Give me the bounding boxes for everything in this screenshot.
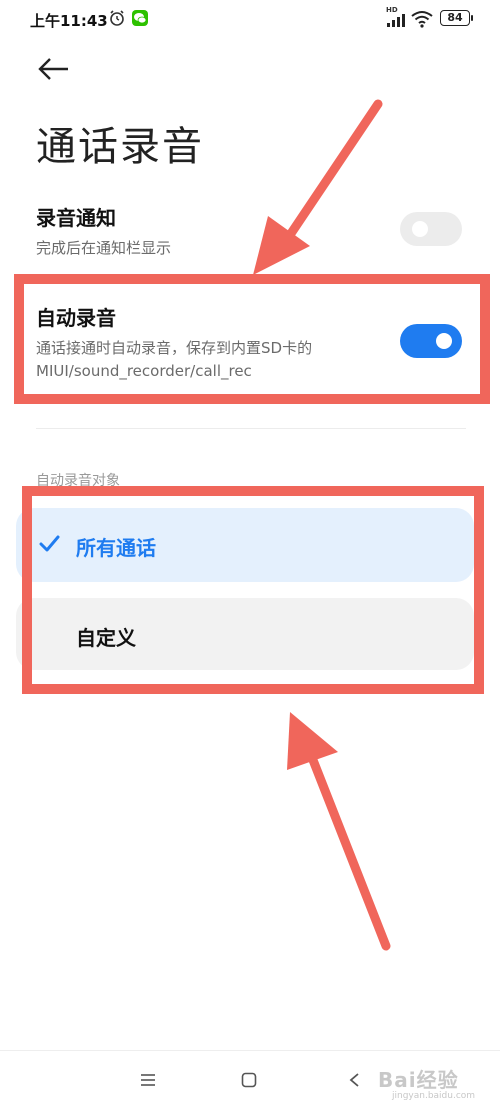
watermark-url: jingyan.baidu.com: [392, 1091, 476, 1101]
watermark-logo: Bai经验: [378, 1068, 459, 1092]
annotation-arrows: [253, 99, 391, 951]
menu-icon[interactable]: [140, 1073, 156, 1087]
annotation-arrow-down: [253, 99, 383, 275]
annotation-arrow-up: [287, 712, 391, 951]
back-icon[interactable]: [348, 1072, 360, 1088]
home-icon[interactable]: [241, 1072, 257, 1088]
